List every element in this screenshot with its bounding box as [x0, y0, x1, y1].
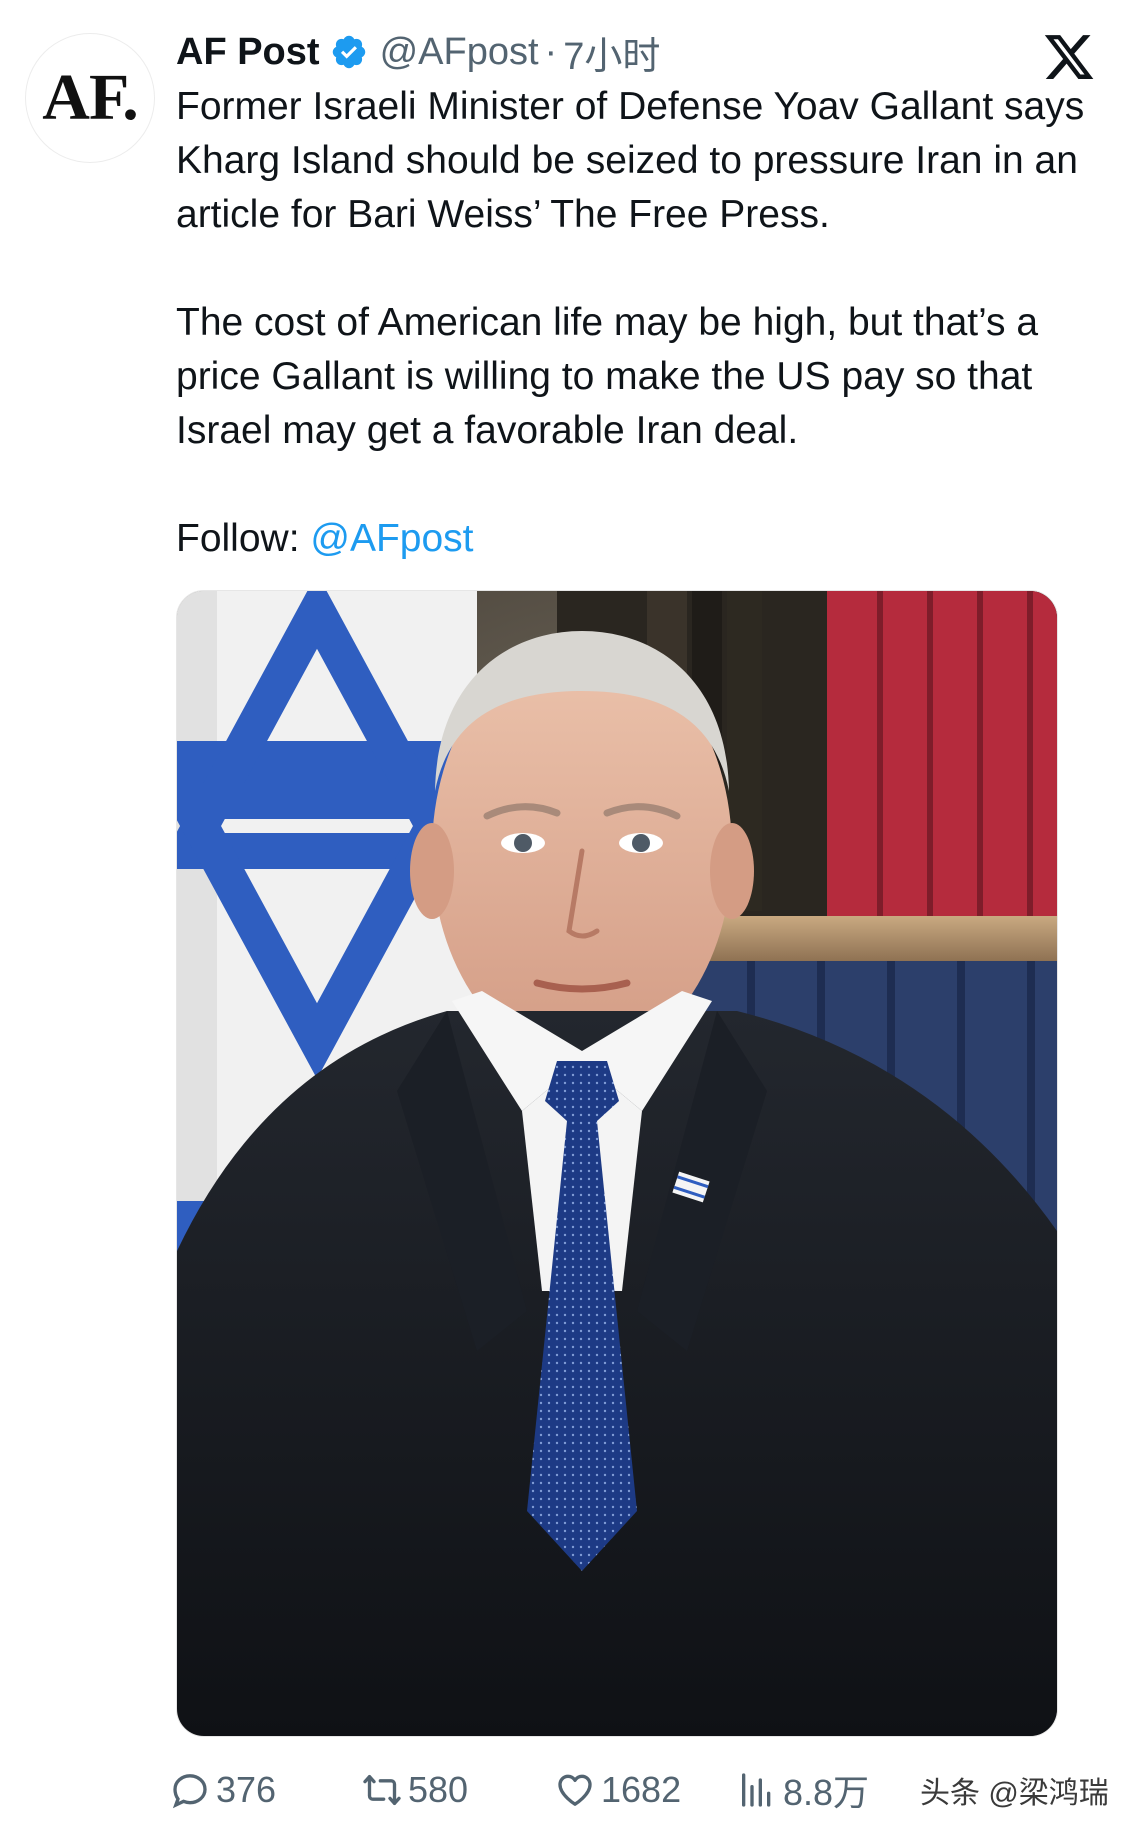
avatar-logo-text: AF. — [42, 61, 138, 134]
user-handle[interactable]: @AFpost — [380, 31, 539, 74]
views-button[interactable]: 8.8万 — [737, 1762, 869, 1818]
verified-badge-icon — [330, 33, 368, 71]
like-count: 1682 — [601, 1769, 682, 1810]
reply-count: 376 — [216, 1769, 277, 1810]
repost-count: 580 — [408, 1769, 469, 1810]
reply-icon — [172, 1774, 207, 1809]
follow-label: Follow: — [176, 517, 311, 560]
like-icon — [558, 1774, 592, 1806]
views-count: 8.8万 — [783, 1772, 870, 1813]
x-logo-icon[interactable] — [1042, 30, 1096, 84]
repost-icon — [363, 1775, 401, 1805]
tweet-text: Former Israeli Minister of Defense Yoav … — [176, 80, 1096, 566]
watermark: 头条 @梁鸿瑞 — [920, 1777, 1109, 1810]
tweet-header: AF Post @AFpost · 7小时 — [176, 28, 660, 78]
separator-dot: · — [544, 30, 558, 73]
repost-button[interactable]: 580 — [362, 1762, 468, 1818]
follow-mention-link[interactable]: @AFpost — [310, 517, 473, 560]
follow-line: Follow: @AFpost — [176, 512, 1096, 566]
like-button[interactable]: 1682 — [555, 1762, 681, 1818]
reply-button[interactable]: 376 — [170, 1762, 276, 1818]
tweet-paragraph-2: The cost of American life may be high, b… — [176, 301, 1039, 452]
tweet-photo[interactable] — [176, 590, 1058, 1737]
tweet-paragraph-1: Former Israeli Minister of Defense Yoav … — [176, 85, 1085, 236]
timestamp[interactable]: 7小时 — [563, 25, 660, 80]
display-name[interactable]: AF Post — [176, 31, 320, 74]
avatar[interactable]: AF. — [26, 34, 154, 162]
views-icon — [742, 1773, 771, 1807]
